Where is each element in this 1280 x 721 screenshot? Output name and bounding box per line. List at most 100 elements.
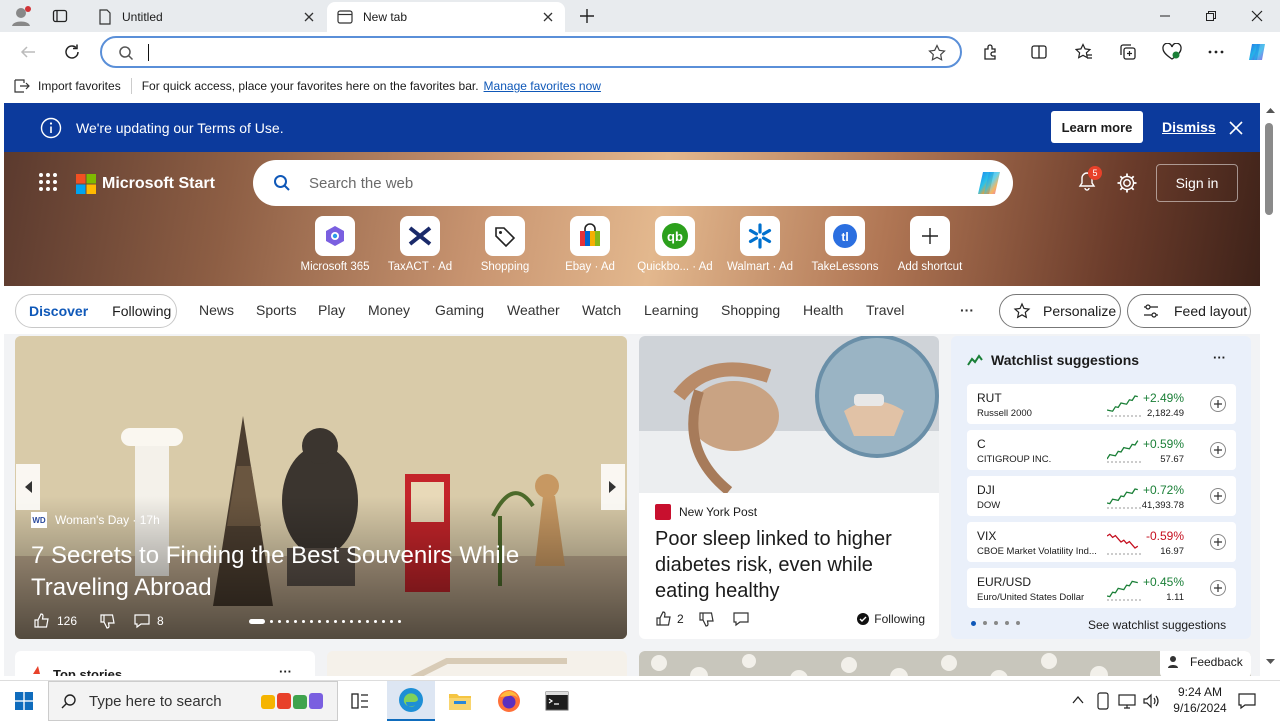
tab-actions-icon[interactable] (52, 8, 68, 24)
scrollbar-thumb[interactable] (1265, 123, 1273, 215)
add-to-watchlist-button[interactable] (1210, 488, 1226, 504)
nav-play[interactable]: Play (318, 302, 345, 318)
add-to-watchlist-button[interactable] (1210, 580, 1226, 596)
carousel-dot[interactable] (318, 620, 321, 623)
manage-favorites-link[interactable]: Manage favorites now (484, 79, 601, 93)
carousel-dot[interactable] (286, 620, 289, 623)
tab-following[interactable]: Following (112, 303, 171, 319)
quicklink-ebay[interactable]: Ebay · Ad (547, 216, 633, 273)
nav-watch[interactable]: Watch (582, 302, 621, 318)
pager-dot[interactable] (994, 621, 998, 625)
nav-shopping[interactable]: Shopping (721, 302, 780, 318)
feedback-button[interactable]: Feedback (1160, 651, 1251, 676)
minimize-button[interactable] (1142, 0, 1188, 32)
comment-icon[interactable] (732, 610, 750, 628)
volume-icon[interactable] (1142, 693, 1160, 709)
carousel-dot[interactable] (382, 620, 385, 623)
start-button[interactable] (0, 681, 48, 721)
carousel-next-button[interactable] (601, 464, 625, 510)
microsoft-start-logo[interactable]: Microsoft Start (76, 174, 215, 194)
taskbar-file-explorer[interactable] (436, 681, 484, 721)
scroll-up-icon[interactable] (1266, 107, 1275, 113)
watchlist-row[interactable]: VIX CBOE Market Volatility Ind... -0.59% 16… (967, 522, 1236, 562)
like-icon[interactable] (33, 612, 51, 630)
pager-dot[interactable] (1005, 621, 1009, 625)
add-to-watchlist-button[interactable] (1210, 442, 1226, 458)
personalize-button[interactable]: Personalize (999, 294, 1121, 328)
see-watchlist-link[interactable]: See watchlist suggestions (1088, 618, 1226, 632)
add-to-watchlist-button[interactable] (1210, 534, 1226, 550)
nav-news[interactable]: News (199, 302, 234, 318)
pager-dot[interactable] (983, 621, 987, 625)
top-stories-more-icon[interactable]: ··· (279, 664, 292, 676)
main-story-card[interactable]: WD Woman's Day · 17h 7 Secrets to Findin… (15, 336, 627, 639)
new-tab-plus-icon[interactable] (578, 7, 596, 25)
back-icon[interactable] (16, 40, 40, 64)
extensions-icon[interactable] (979, 40, 1003, 64)
close-window-button[interactable] (1234, 0, 1280, 32)
collections-icon[interactable] (1116, 40, 1140, 64)
notifications-button[interactable]: 5 (1076, 166, 1102, 194)
nav-sports[interactable]: Sports (256, 302, 296, 318)
page-scrollbar[interactable] (1261, 103, 1280, 676)
dismiss-link[interactable]: Dismiss (1162, 119, 1216, 135)
carousel-dot[interactable] (270, 620, 273, 623)
carousel-dot[interactable] (310, 620, 313, 623)
carousel-dot[interactable] (398, 620, 401, 623)
watchlist-row[interactable]: RUT Russell 2000 +2.49% 2,182.49 (967, 384, 1236, 424)
tab-discover[interactable]: Discover (29, 303, 88, 319)
clock[interactable]: 9:24 AM 9/16/2024 (1164, 684, 1236, 716)
add-to-watchlist-button[interactable] (1210, 396, 1226, 412)
nav-weather[interactable]: Weather (507, 302, 560, 318)
notification-center-icon[interactable] (1238, 692, 1256, 710)
like-icon[interactable] (655, 610, 673, 628)
carousel-dot[interactable] (334, 620, 337, 623)
carousel-dot[interactable] (342, 620, 345, 623)
nav-travel[interactable]: Travel (866, 302, 904, 318)
carousel-dot[interactable] (366, 620, 369, 623)
dislike-icon[interactable] (99, 612, 117, 630)
settings-gear-icon[interactable] (1116, 172, 1138, 194)
refresh-icon[interactable] (60, 40, 84, 64)
watchlist-row[interactable]: DJI DOW +0.72% 41,393.78 (967, 476, 1236, 516)
nav-health[interactable]: Health (803, 302, 843, 318)
story-title[interactable]: 7 Secrets to Finding the Best Souvenirs … (31, 540, 591, 604)
import-favorites-button[interactable]: Import favorites (38, 79, 121, 93)
taskbar-firefox[interactable] (485, 681, 533, 721)
story-card[interactable]: Feedback (639, 651, 1251, 676)
carousel-dot[interactable] (278, 620, 281, 623)
learn-more-button[interactable]: Learn more (1051, 111, 1143, 143)
performance-icon[interactable] (1160, 40, 1184, 64)
nav-learning[interactable]: Learning (644, 302, 699, 318)
web-search-box[interactable]: Search the web (253, 160, 1013, 206)
story-card[interactable]: New York Post Poor sleep linked to highe… (639, 336, 939, 639)
network-icon[interactable] (1118, 693, 1136, 709)
tab-new-tab[interactable]: New tab (327, 2, 565, 32)
device-icon[interactable] (1096, 692, 1110, 710)
comment-icon[interactable] (133, 612, 151, 630)
close-icon[interactable] (1229, 121, 1243, 135)
favorites-icon[interactable] (1072, 40, 1096, 64)
carousel-dot[interactable] (358, 620, 361, 623)
feed-layout-button[interactable]: Feed layout (1127, 294, 1251, 328)
close-tab-icon[interactable] (541, 10, 555, 24)
app-launcher-icon[interactable] (38, 172, 58, 192)
quicklink-walmart[interactable]: Walmart · Ad (717, 216, 803, 273)
nav-more[interactable]: ··· (960, 302, 974, 318)
carousel-prev-button[interactable] (16, 464, 40, 510)
close-tab-icon[interactable] (302, 10, 316, 24)
copilot-icon[interactable] (973, 167, 1005, 199)
profile-icon[interactable] (10, 5, 32, 27)
quicklink-quickbooks[interactable]: qb Quickbo... · Ad (632, 216, 718, 273)
nav-money[interactable]: Money (368, 302, 410, 318)
quicklink-takelessons[interactable]: tl TakeLessons (802, 216, 888, 273)
sign-in-button[interactable]: Sign in (1156, 164, 1238, 202)
dislike-icon[interactable] (698, 610, 716, 628)
pager-dot-active[interactable] (971, 621, 976, 626)
task-view-button[interactable] (336, 681, 384, 721)
story-title[interactable]: Poor sleep linked to higher diabetes ris… (655, 526, 925, 604)
carousel-dot[interactable] (374, 620, 377, 623)
quicklink-taxact[interactable]: TaxACT · Ad (377, 216, 463, 273)
taskbar-edge[interactable] (387, 681, 435, 721)
carousel-dot[interactable] (302, 620, 305, 623)
